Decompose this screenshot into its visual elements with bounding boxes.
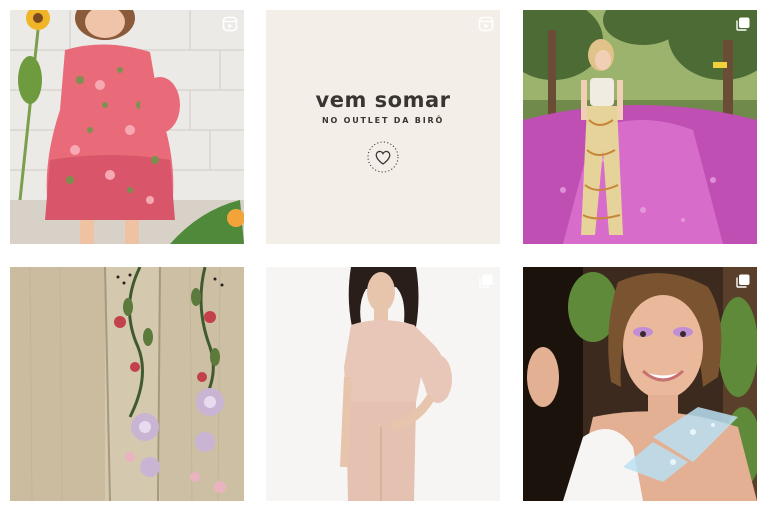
post-tile-2[interactable]: vem somar NO OUTLET DA BIRÔ	[266, 10, 500, 244]
post-image-embroidered-fabric	[10, 267, 244, 501]
post-image-woman-flower-path	[523, 10, 757, 244]
post-subline: NO OUTLET DA BIRÔ	[321, 116, 445, 125]
carousel-icon	[735, 16, 751, 32]
post-image-child-floral-dress	[10, 10, 244, 244]
post-tile-4[interactable]	[10, 267, 244, 501]
post-image-woman-selfie	[523, 267, 757, 501]
heart-icon	[367, 141, 399, 173]
post-tile-1[interactable]	[10, 10, 244, 244]
reel-icon	[222, 16, 238, 32]
post-tile-6[interactable]	[523, 267, 757, 501]
post-background	[266, 10, 500, 244]
profile-post-grid: vem somar NO OUTLET DA BIRÔ	[0, 0, 772, 511]
carousel-icon	[735, 273, 751, 289]
reel-icon	[478, 16, 494, 32]
post-tile-3[interactable]	[523, 10, 757, 244]
post-tile-5[interactable]	[266, 267, 500, 501]
post-headline: vem somar	[315, 88, 451, 112]
post-image-woman-pink-outfit	[266, 267, 500, 501]
carousel-icon	[478, 273, 494, 289]
